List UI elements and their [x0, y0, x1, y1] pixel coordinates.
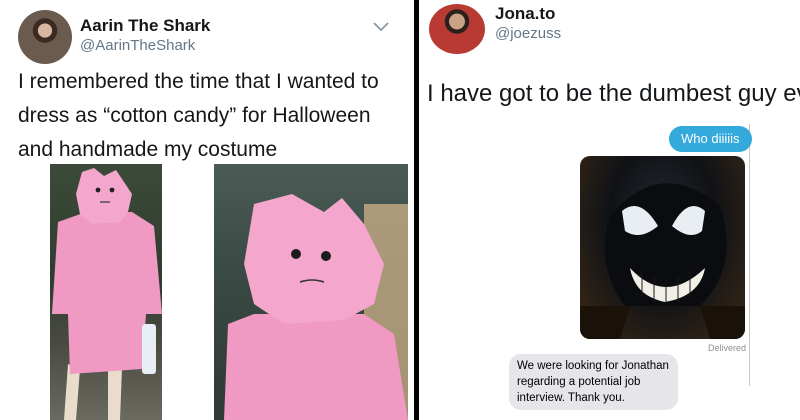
costume-illustration: [52, 168, 162, 420]
received-message-bubble: We were looking for Jonathan regarding a…: [509, 354, 678, 410]
left-tweet: Aarin The Shark @AarinTheShark I remembe…: [0, 0, 414, 420]
venom-illustration: [580, 183, 745, 339]
message-line: interview. Thank you.: [517, 392, 625, 404]
tweet-line: I remembered the time that I wanted to: [18, 70, 379, 93]
tweet-line: and handmade my costume: [18, 138, 278, 161]
chevron-down-icon[interactable]: [372, 20, 390, 34]
costume-photo-full[interactable]: [50, 164, 162, 420]
avatar[interactable]: [18, 10, 72, 64]
author-handle[interactable]: @joezuss: [495, 25, 561, 42]
author-name[interactable]: Aarin The Shark: [80, 16, 210, 36]
right-tweet: Jona.to @joezuss I have got to be the du…: [419, 0, 800, 420]
tweet-text: I have got to be the dumbest guy ever: [427, 80, 800, 107]
message-line: We were looking for Jonathan: [517, 360, 669, 372]
chat-edge: [749, 124, 750, 386]
venom-image[interactable]: [580, 156, 745, 339]
sent-message-bubble: Who diiiiis: [669, 126, 752, 152]
author-handle[interactable]: @AarinTheShark: [80, 37, 195, 54]
avatar[interactable]: [429, 4, 485, 54]
delivered-status: Delivered: [708, 343, 747, 353]
costume-closeup-illustration: [224, 194, 408, 420]
tweet-text: I remembered the time that I wanted to d…: [18, 65, 408, 167]
tweet-line: dress as “cotton candy” for Halloween: [18, 104, 371, 127]
costume-photo-closeup[interactable]: [214, 164, 408, 420]
author-name[interactable]: Jona.to: [495, 4, 555, 24]
message-line: regarding a potential job: [517, 376, 641, 388]
